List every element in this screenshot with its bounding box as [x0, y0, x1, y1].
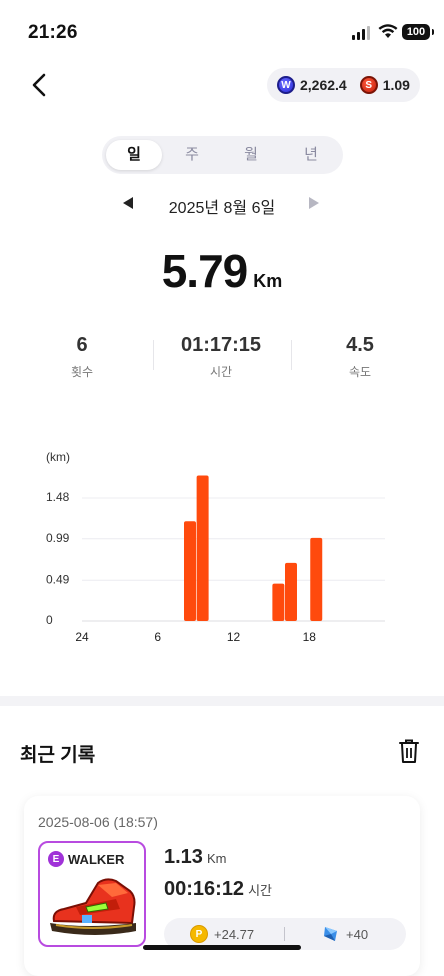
gem-reward: +40: [322, 925, 368, 943]
record-date: 2025-08-06 (18:57): [38, 814, 158, 830]
y-tick-label: 0.99: [46, 531, 70, 545]
recent-records-title: 최근 기록: [20, 745, 96, 766]
cellular-signal-icon: [352, 26, 370, 40]
shoe-grade-icon: E: [48, 851, 64, 867]
stat-time: 01:17:15 시간: [147, 334, 295, 380]
chart-bar: [310, 537, 323, 621]
x-tick-label: 24: [75, 630, 89, 644]
tab-day[interactable]: 일: [106, 140, 162, 170]
shoe-name: WALKER: [68, 851, 125, 867]
home-indicator: [143, 945, 301, 950]
tab-year[interactable]: 년: [283, 140, 339, 170]
y-tick-label: 1.48: [46, 490, 70, 504]
record-distance-unit: Km: [206, 851, 227, 866]
stat-speed-value: 4.5: [346, 334, 374, 356]
wifi-icon: [378, 24, 398, 38]
stat-count-value: 6: [76, 334, 88, 356]
chart-bar: [184, 521, 196, 621]
stat-speed-label: 속도: [348, 365, 372, 379]
y-tick-label: 0.49: [46, 572, 70, 586]
total-distance-value: 5.79: [161, 245, 249, 297]
shoe-thumbnail: E WALKER: [38, 841, 146, 947]
record-distance-value: 1.13: [164, 846, 203, 868]
stat-time-label: 시간: [209, 365, 233, 379]
chart-bar: [285, 562, 297, 621]
back-button[interactable]: [26, 70, 56, 100]
stat-speed: 4.5 속도: [286, 334, 434, 380]
point-reward: P +24.77: [190, 925, 254, 943]
record-duration-value: 00:16:12: [164, 878, 245, 900]
tab-month[interactable]: 월: [223, 140, 279, 170]
point-coin-icon: P: [190, 925, 208, 943]
point-reward-value: +24.77: [214, 926, 255, 942]
w-token-icon: W: [277, 76, 295, 94]
chart-bar: [196, 475, 209, 621]
status-time: 21:26: [28, 22, 78, 43]
tab-week[interactable]: 주: [164, 140, 220, 170]
record-distance: 1.13 Km: [164, 846, 226, 869]
record-duration-unit: 시간: [248, 883, 272, 898]
chart-bar: [272, 583, 285, 621]
status-bar: 21:26 100: [0, 0, 444, 60]
x-tick-label: 12: [227, 630, 241, 644]
balance-pill[interactable]: W 2,262.4 S 1.09: [267, 68, 420, 102]
battery-icon: 100: [402, 24, 434, 40]
x-tick-label: 6: [154, 630, 161, 644]
y-tick-label: 0: [46, 613, 53, 627]
s-token-balance: 1.09: [382, 77, 410, 93]
next-date-button[interactable]: [309, 197, 319, 209]
current-date: 2025년 8월 6일: [168, 200, 276, 217]
trash-icon[interactable]: [398, 738, 420, 764]
divider: [284, 927, 285, 941]
previous-date-button[interactable]: [123, 197, 133, 209]
distance-bar-chart: (km) 0 0.49 0.99 1.48 24 6 12 18: [46, 450, 385, 644]
shoe-badge: E WALKER: [48, 851, 124, 867]
gem-icon: [324, 927, 337, 941]
total-distance-unit: Km: [253, 271, 283, 291]
date-navigator: 2025년 8월 6일: [0, 194, 444, 217]
section-divider: [0, 696, 444, 706]
record-duration: 00:16:12 시간: [164, 878, 272, 901]
stat-count: 6 횟수: [8, 334, 156, 380]
period-segmented-control: 일 주 월 년: [102, 136, 343, 174]
stat-count-label: 횟수: [70, 365, 94, 379]
stat-time-value: 01:17:15: [180, 334, 262, 356]
x-tick-label: 18: [303, 630, 317, 644]
stats-row: 6 횟수 01:17:15 시간 4.5 속도: [0, 334, 444, 384]
s-token-icon: S: [359, 76, 378, 94]
y-axis-unit-label: (km): [46, 450, 70, 464]
total-distance: 5.79 Km: [0, 244, 444, 298]
sneaker-icon: [50, 878, 136, 935]
gem-reward-value: +40: [346, 926, 369, 942]
w-token-balance: 2,262.4: [300, 77, 347, 93]
